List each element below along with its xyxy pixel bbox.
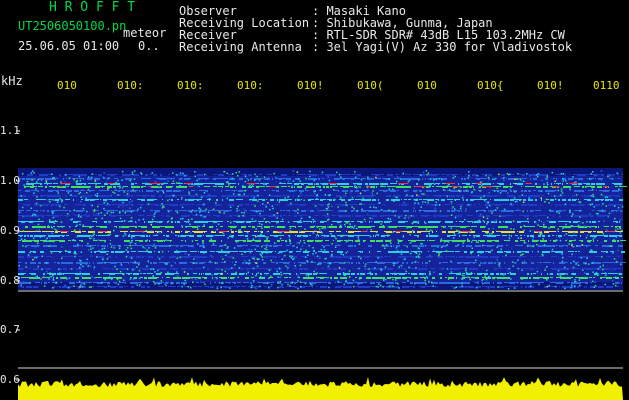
y-axis-unit: kHz: [1, 74, 23, 88]
y-tick-0-9: 0.9: [0, 224, 20, 237]
x-tick-1: 010: [57, 79, 77, 92]
x-tick-4: 010:: [237, 79, 264, 92]
y-tick-0-8: 0.8: [0, 274, 20, 287]
yellow-baseline: [18, 377, 623, 400]
x-tick-9: 010!: [537, 79, 564, 92]
x-tick-5: 010!: [297, 79, 324, 92]
x-tick-10: 0110: [593, 79, 620, 92]
y-tick-0-7: 0.7: [0, 323, 20, 336]
spectrogram-plot: [16, 130, 627, 400]
y-tick-0-6: 0.6: [0, 373, 20, 386]
x-tick-8: 010{: [477, 79, 504, 92]
y-tick-1-0: 1.0: [0, 174, 20, 187]
x-tick-6: 010(: [357, 79, 384, 92]
signal-band: [18, 168, 627, 290]
x-tick-7: 010: [417, 79, 437, 92]
x-tick-3: 010:: [177, 79, 204, 92]
y-tick-1-1: 1.1: [0, 124, 20, 137]
x-tick-2: 010:: [117, 79, 144, 92]
